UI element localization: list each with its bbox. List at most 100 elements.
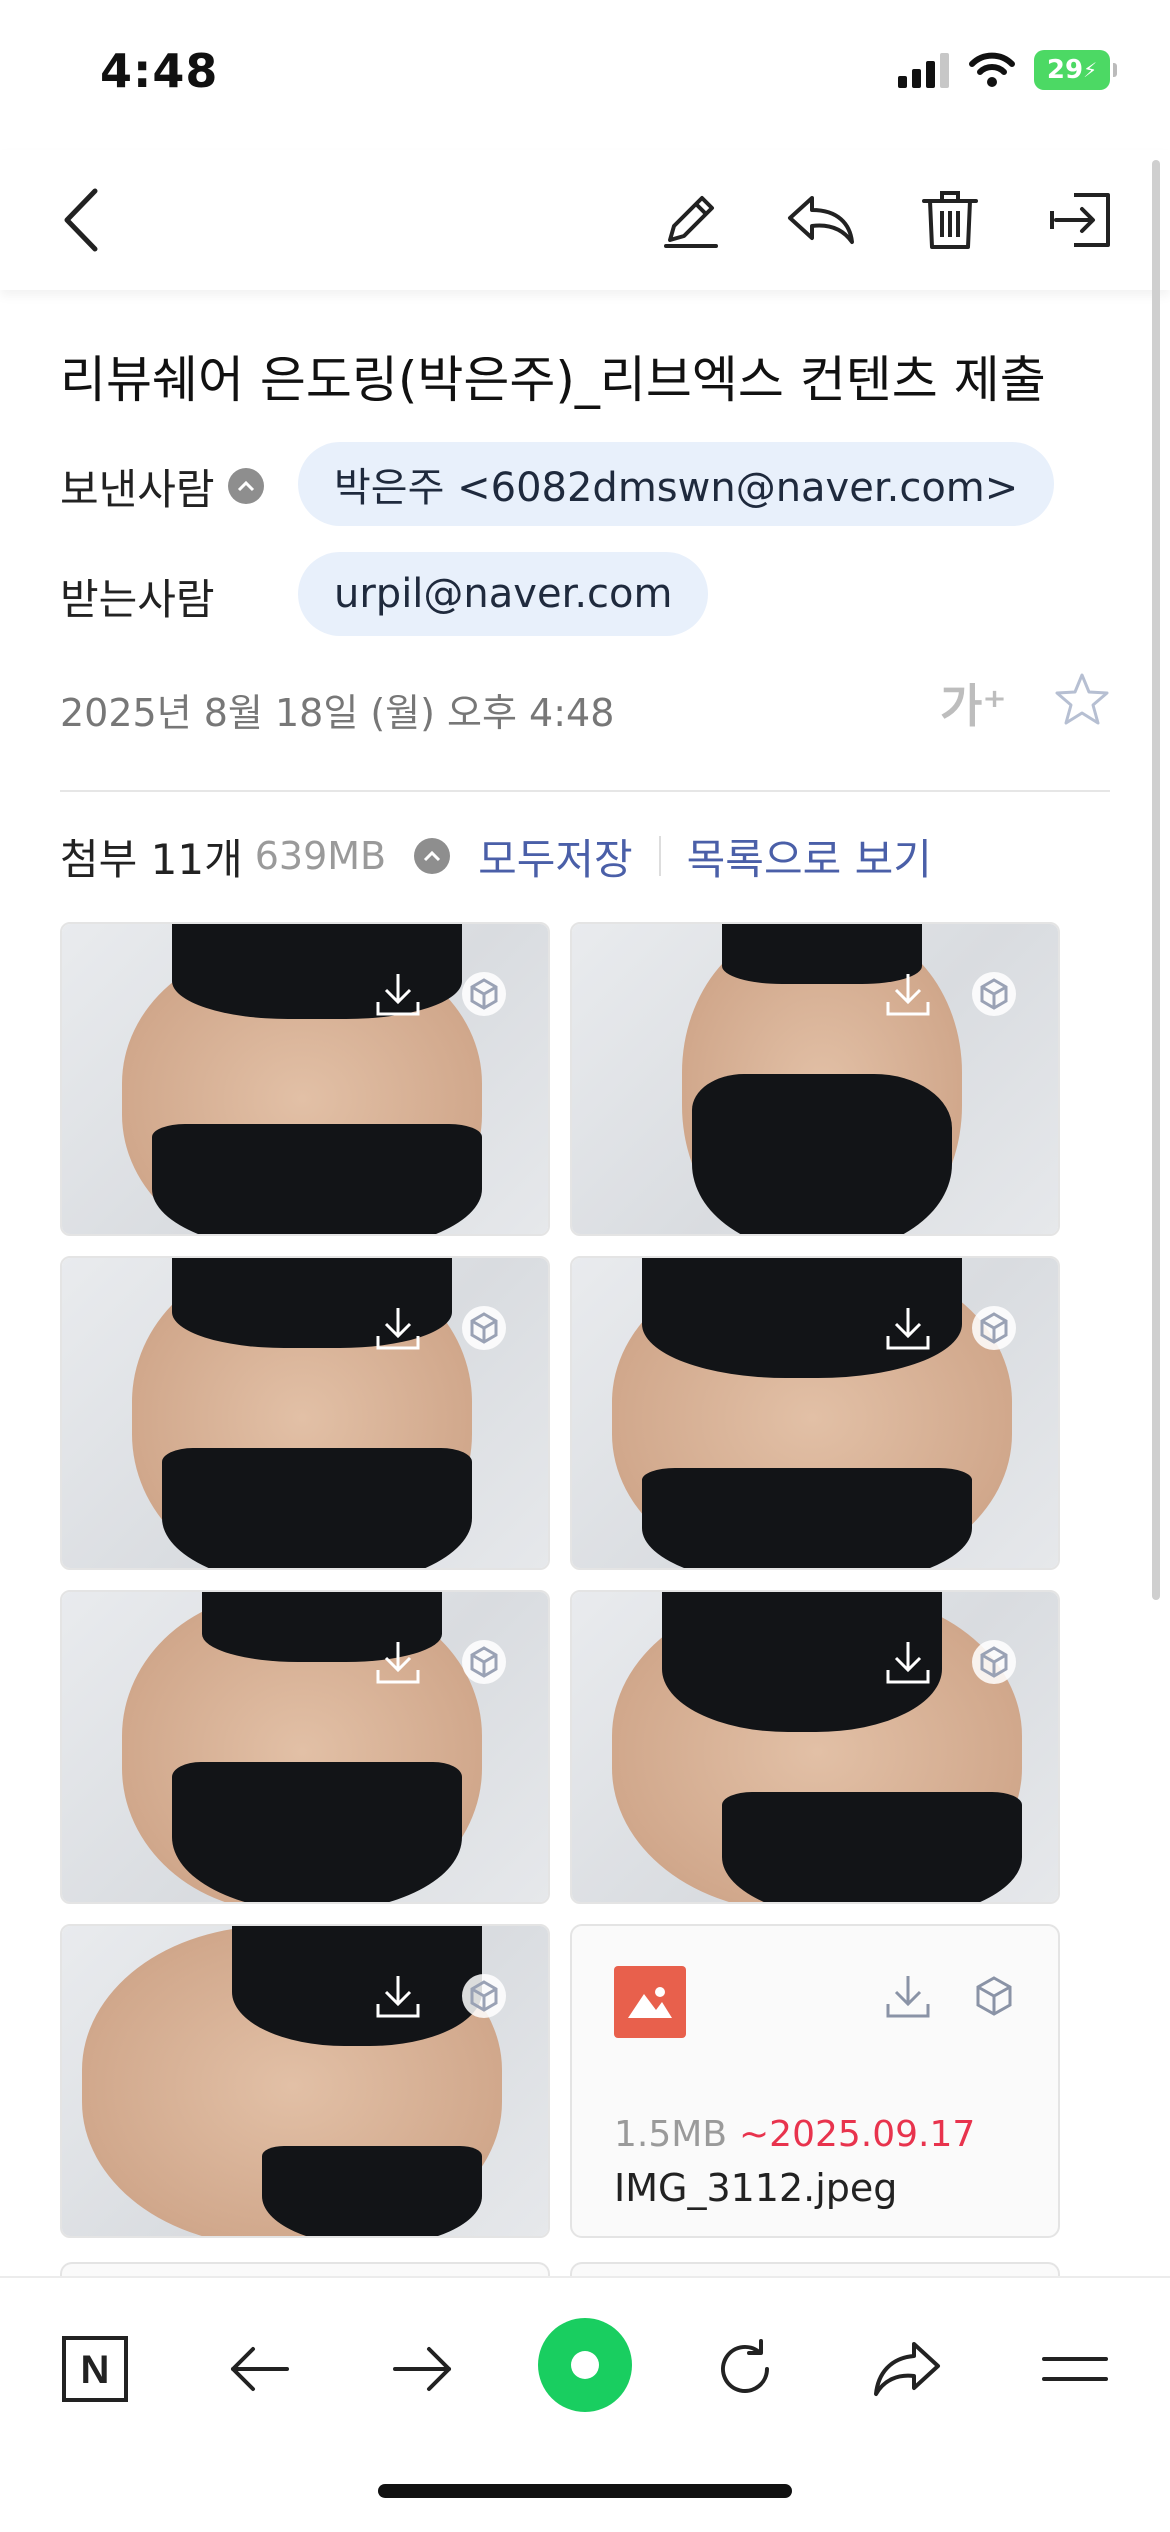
scrollbar[interactable] bbox=[1152, 160, 1160, 1600]
nav-forward-button[interactable] bbox=[378, 2324, 468, 2414]
file-size: 1.5MB bbox=[614, 2114, 728, 2155]
menu-button[interactable] bbox=[1030, 2324, 1120, 2414]
font-size-button[interactable]: 가⁺ bbox=[940, 670, 1007, 736]
sender-chip[interactable]: 박은주 <6082dmswn@naver.com> bbox=[298, 442, 1055, 526]
mail-toolbar bbox=[0, 150, 1170, 290]
share-button[interactable] bbox=[862, 2324, 952, 2414]
arrow-right-icon bbox=[393, 2347, 451, 2391]
attachments-collapse-toggle[interactable] bbox=[414, 838, 451, 874]
attachment-thumbnail[interactable] bbox=[570, 1590, 1060, 1904]
cube-icon bbox=[972, 1306, 1016, 1350]
sender-label: 보낸사람 bbox=[60, 465, 215, 514]
trash-icon bbox=[922, 191, 978, 249]
cube-icon bbox=[462, 1640, 506, 1684]
save-to-mybox-button[interactable] bbox=[966, 966, 1022, 1022]
download-icon bbox=[886, 1976, 930, 2018]
thumbnail-actions bbox=[370, 1634, 512, 1690]
hamburger-menu-icon bbox=[1042, 2357, 1108, 2381]
save-to-mybox-button[interactable] bbox=[966, 1968, 1022, 2024]
link-separator bbox=[658, 836, 661, 876]
save-to-mybox-button[interactable] bbox=[456, 966, 512, 1022]
attachment-file-card[interactable]: 1.5MB ~2025.09.17 IMG_3112.jpeg bbox=[570, 1924, 1060, 2238]
cube-icon bbox=[972, 1640, 1016, 1684]
move-folder-icon bbox=[1050, 193, 1110, 247]
thumbnail-actions bbox=[880, 1300, 1022, 1356]
thumbnail-actions bbox=[370, 1300, 512, 1356]
attachment-thumbnail[interactable] bbox=[570, 1256, 1060, 1570]
attachment-thumbnail[interactable] bbox=[60, 922, 550, 1236]
signal-icon bbox=[898, 53, 949, 88]
thumbnail-actions bbox=[880, 1634, 1022, 1690]
sender-expand-toggle[interactable] bbox=[228, 468, 264, 504]
download-icon bbox=[886, 1642, 930, 1684]
nav-back-button[interactable] bbox=[214, 2324, 304, 2414]
download-button[interactable] bbox=[370, 1968, 426, 2024]
view-list-link[interactable]: 목록으로 보기 bbox=[687, 826, 932, 887]
attachment-thumbnail[interactable] bbox=[570, 922, 1060, 1236]
naver-n-icon: N bbox=[62, 2336, 128, 2402]
save-to-mybox-button[interactable] bbox=[456, 1634, 512, 1690]
thumbnail-actions bbox=[370, 1968, 512, 2024]
star-icon bbox=[1055, 673, 1109, 725]
chevron-up-icon bbox=[424, 850, 441, 862]
download-button[interactable] bbox=[880, 966, 936, 1022]
download-button[interactable] bbox=[880, 1300, 936, 1356]
save-to-mybox-button[interactable] bbox=[966, 1300, 1022, 1356]
reply-icon bbox=[788, 196, 854, 244]
download-button[interactable] bbox=[370, 1300, 426, 1356]
save-all-link[interactable]: 모두저장 bbox=[478, 826, 633, 887]
star-button[interactable] bbox=[1052, 670, 1112, 730]
back-button[interactable] bbox=[40, 178, 124, 262]
naver-home-button[interactable]: N bbox=[50, 2324, 140, 2414]
attachment-thumbnail[interactable] bbox=[60, 1924, 550, 2238]
battery-level: 29 bbox=[1046, 55, 1084, 85]
pencil-icon bbox=[664, 196, 718, 248]
file-actions bbox=[880, 1968, 1022, 2024]
file-meta: 1.5MB ~2025.09.17 bbox=[614, 2114, 975, 2155]
save-to-mybox-button[interactable] bbox=[456, 1300, 512, 1356]
green-dot-icon bbox=[571, 2351, 599, 2379]
download-icon bbox=[376, 1642, 420, 1684]
share-icon bbox=[874, 2342, 940, 2396]
attachment-thumbnail[interactable] bbox=[60, 1256, 550, 1570]
status-bar: 4:48 29 ⚡ bbox=[0, 0, 1170, 150]
cube-icon bbox=[462, 1974, 506, 2018]
cube-icon bbox=[462, 1306, 506, 1350]
download-icon bbox=[376, 974, 420, 1016]
chevron-left-icon bbox=[64, 188, 98, 252]
cube-icon bbox=[976, 1976, 1012, 2016]
naver-n-label: N bbox=[81, 2348, 110, 2392]
thumbnail-actions bbox=[880, 966, 1022, 1022]
delete-button[interactable] bbox=[908, 178, 992, 262]
mail-date: 2025년 8월 18일 (월) 오후 4:48 bbox=[60, 691, 615, 735]
file-name: IMG_3112.jpeg bbox=[614, 2166, 898, 2210]
save-to-mybox-button[interactable] bbox=[456, 1968, 512, 2024]
attachments-bar: 첨부 11개 639MB 모두저장 목록으로 보기 bbox=[60, 826, 932, 886]
image-file-icon bbox=[614, 1966, 686, 2038]
edit-button[interactable] bbox=[648, 178, 732, 262]
save-to-mybox-button[interactable] bbox=[966, 1634, 1022, 1690]
attachments-count: 첨부 11개 bbox=[60, 834, 243, 884]
download-button[interactable] bbox=[880, 1968, 936, 2024]
header-divider bbox=[60, 790, 1110, 792]
download-button[interactable] bbox=[880, 1634, 936, 1690]
download-button[interactable] bbox=[370, 966, 426, 1022]
green-dot-button[interactable] bbox=[538, 2318, 632, 2412]
thumbnail-actions bbox=[370, 966, 512, 1022]
status-time: 4:48 bbox=[100, 44, 219, 98]
recipient-chip[interactable]: urpil@naver.com bbox=[298, 552, 709, 636]
move-button[interactable] bbox=[1040, 178, 1124, 262]
battery-icon: 29 ⚡ bbox=[1034, 50, 1117, 90]
download-icon bbox=[376, 1308, 420, 1350]
reply-button[interactable] bbox=[778, 178, 862, 262]
refresh-button[interactable] bbox=[700, 2324, 790, 2414]
home-indicator bbox=[378, 2484, 792, 2498]
attachment-thumbnail[interactable] bbox=[60, 1590, 550, 1904]
mail-subject: 리뷰쉐어 은도링(박은주)_리브엑스 컨텐츠 제출 bbox=[60, 351, 1046, 409]
arrow-left-icon bbox=[231, 2347, 289, 2391]
status-icons: 29 ⚡ bbox=[898, 50, 1117, 90]
cube-icon bbox=[462, 972, 506, 1016]
chevron-up-icon bbox=[237, 480, 255, 492]
wifi-icon bbox=[969, 52, 1015, 87]
download-button[interactable] bbox=[370, 1634, 426, 1690]
